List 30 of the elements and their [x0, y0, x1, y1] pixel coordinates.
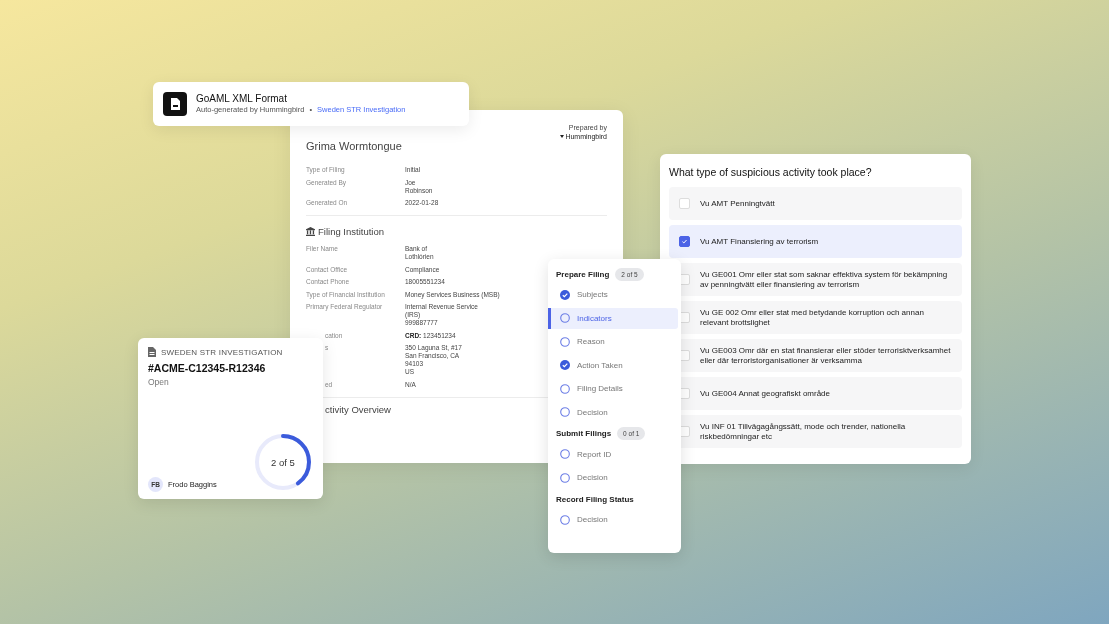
- section-title: ctivity Overview: [325, 403, 391, 415]
- step-item[interactable]: Indicators: [548, 307, 678, 329]
- group-title: Prepare Filing: [556, 269, 610, 279]
- option-label: Vu GE 002 Omr eller stat med betydande korruption och annan relevant brottslighet: [700, 307, 925, 328]
- card-title: GoAML XML Format: [196, 93, 288, 105]
- option-label: Vu INF 01 Tillvägagångssätt, mode och trender, nationella riskbedömningar etc: [700, 421, 907, 442]
- step-item[interactable]: Decision: [548, 467, 678, 488]
- step-item[interactable]: Decision: [548, 509, 678, 530]
- investigation-type: SWEDEN STR INVESTIGATION: [161, 347, 283, 357]
- checkbox[interactable]: [679, 236, 690, 247]
- progress-label: 2 of 5: [271, 456, 295, 468]
- progress-ring: [253, 432, 313, 492]
- option-label: Vu GE003 Omr där en stat finansierar eller stöder terrorisktverksamhet eller där terroristorganisationer är verksamma: [700, 345, 952, 366]
- option-label: Vu GE001 Omr eller stat som saknar effektiva system för bekämpning av penningtvätt eller finansiering av terrorism: [700, 269, 949, 290]
- case-id: #ACME-C12345-R12346: [148, 362, 267, 374]
- question-title: What type of suspicious activity took place?: [669, 166, 873, 178]
- case-status: Open: [148, 377, 170, 387]
- option-label: Vu AMT Penningtvätt: [700, 198, 775, 209]
- option-row[interactable]: Vu AMT Penningtvätt: [669, 187, 962, 220]
- section-title: Filing Institution: [318, 226, 384, 237]
- group-title: Record Filing Status: [556, 494, 634, 504]
- option-label: Vu AMT Finansiering av terrorism: [700, 236, 819, 247]
- document-icon: [163, 92, 187, 116]
- subject-name: Grima Wormtongue: [306, 140, 403, 152]
- group-title: Submit Filings: [556, 429, 612, 438]
- option-label: Vu GE004 Annat geografiskt område: [700, 388, 830, 399]
- document-icon: [148, 347, 156, 357]
- bank-icon: [306, 227, 315, 236]
- option-row[interactable]: Vu AMT Finansiering av terrorism: [669, 225, 962, 258]
- check-icon: [680, 237, 689, 246]
